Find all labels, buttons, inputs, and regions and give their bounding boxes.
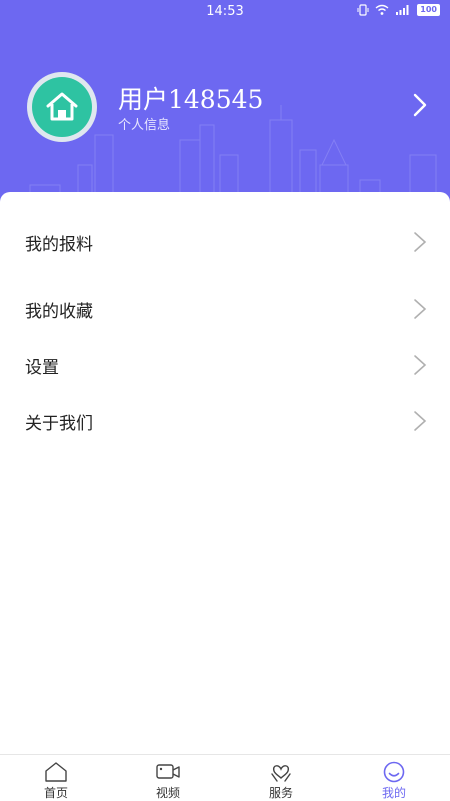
menu-item-label: 我的报料: [25, 235, 93, 255]
tab-label: 我的: [381, 786, 406, 800]
avatar[interactable]: [27, 72, 97, 142]
home-icon: [45, 762, 67, 782]
house-icon: [46, 92, 78, 121]
menu-item-label: 我的收藏: [25, 302, 93, 322]
tab-service[interactable]: 服务: [225, 755, 337, 801]
menu-item-about-us[interactable]: 关于我们: [0, 397, 450, 445]
tab-label: 视频: [155, 786, 180, 800]
tab-home[interactable]: 首页: [0, 755, 112, 801]
chevron-right-icon: [414, 232, 427, 252]
vibrate-icon: [357, 4, 369, 16]
profile-subtitle[interactable]: 个人信息: [118, 114, 170, 133]
signal-icon: [396, 5, 409, 15]
tab-label: 服务: [268, 786, 293, 800]
menu-item-my-reports[interactable]: 我的报料: [0, 218, 450, 266]
tab-video[interactable]: 视频: [112, 755, 224, 801]
tab-label: 首页: [43, 786, 68, 800]
status-icons: 100: [357, 4, 440, 16]
menu-item-label: 设置: [25, 358, 59, 378]
chevron-right-icon: [414, 355, 427, 375]
avatar-inner: [32, 77, 92, 137]
heart-hands-icon: [271, 765, 291, 782]
profile-header: 14:53 100 用户148545 个人信息: [0, 0, 450, 215]
video-icon: [156, 764, 180, 779]
smiley-icon: [383, 761, 405, 783]
tab-mine[interactable]: 我的: [338, 755, 450, 801]
status-bar: 14:53 100: [0, 0, 450, 24]
menu-card: 我的报料 我的收藏 设置 关于我们: [0, 192, 450, 754]
menu-item-label: 关于我们: [25, 414, 93, 434]
bottom-tab-bar: 首页 视频 服务 我的: [0, 754, 450, 801]
chevron-right-icon: [414, 299, 427, 319]
username[interactable]: 用户148545: [118, 80, 263, 116]
wifi-icon: [375, 4, 389, 15]
battery-indicator: 100: [417, 4, 440, 16]
menu-item-my-favorites[interactable]: 我的收藏: [0, 285, 450, 333]
menu-item-settings[interactable]: 设置: [0, 341, 450, 389]
chevron-right-icon[interactable]: [410, 92, 430, 118]
chevron-right-icon: [414, 411, 427, 431]
